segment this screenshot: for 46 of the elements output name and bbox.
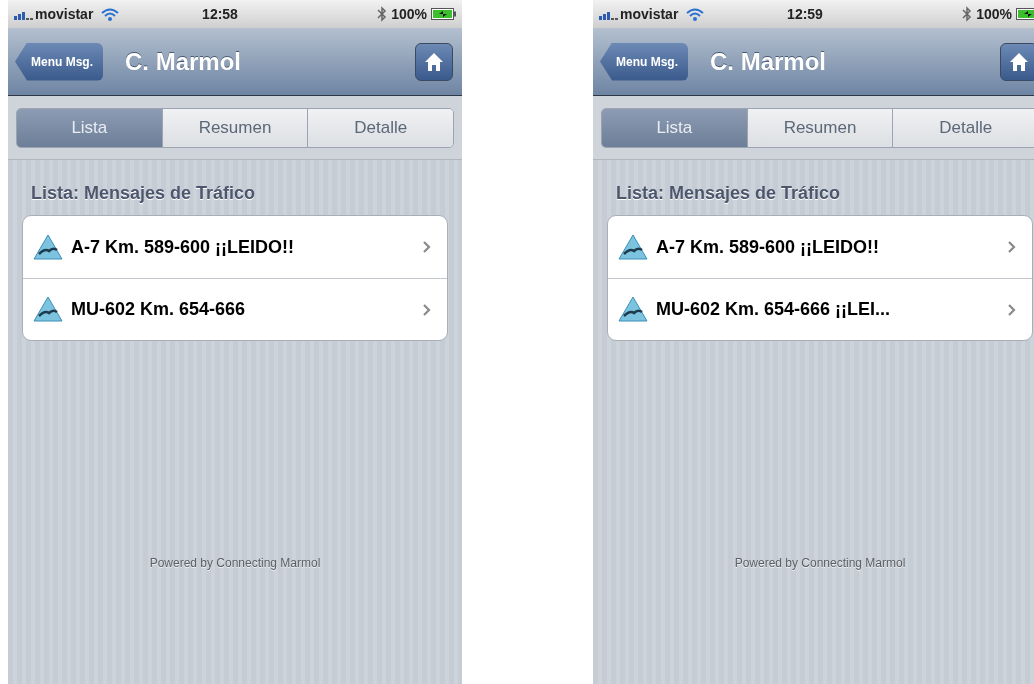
segment-tab[interactable]: Lista [602, 108, 747, 147]
carrier-name: movistar [35, 4, 94, 24]
bluetooth-icon [376, 6, 388, 22]
road-sign-icon [618, 296, 648, 323]
clock-time: 12:59 [786, 4, 824, 24]
back-button[interactable]: Menu Msg. [15, 42, 103, 81]
row-title: MU-602 Km. 654-666 ¡¡LEI... [656, 298, 892, 321]
home-icon [1009, 51, 1029, 72]
segment-tab[interactable]: Resumen [746, 108, 893, 147]
battery-icon [431, 8, 456, 20]
section-title: Lista: Mensajes de Tráfico [30, 182, 257, 205]
screen-title: C. Marmol [125, 46, 242, 77]
row-title: A-7 Km. 589-600 ¡¡LEIDO!! [656, 235, 881, 259]
segment-tab[interactable]: Detalle [307, 108, 453, 147]
home-icon [424, 51, 444, 72]
chevron-icon [1008, 241, 1016, 253]
screen-title: C. Marmol [710, 46, 827, 77]
list-row[interactable]: MU-602 Km. 654-666 ¡¡LEI... [608, 278, 1032, 340]
segment-tab[interactable]: Resumen [161, 108, 308, 147]
bluetooth-icon [961, 6, 973, 22]
wifi-icon [686, 7, 705, 21]
battery-percent: 100% [391, 4, 427, 24]
list-row[interactable]: A-7 Km. 589-600 ¡¡LEIDO!! [608, 216, 1032, 278]
wifi-icon [101, 7, 120, 21]
road-sign-icon [33, 233, 63, 261]
footer-text: Powered by Connecting Marmol [733, 555, 907, 572]
segment-tab[interactable]: Detalle [892, 108, 1034, 147]
carrier-name: movistar [620, 4, 679, 24]
road-sign-icon [618, 233, 648, 261]
road-sign-icon [33, 296, 63, 323]
segment-tab[interactable]: Lista [17, 108, 162, 147]
chevron-icon [1008, 303, 1016, 316]
battery-icon [1016, 8, 1034, 20]
back-button[interactable]: Menu Msg. [600, 42, 688, 81]
footer-text: Powered by Connecting Marmol [148, 555, 322, 572]
list-row[interactable]: MU-602 Km. 654-666 [23, 278, 447, 340]
clock-time: 12:58 [201, 4, 239, 24]
row-title: MU-602 Km. 654-666 [71, 298, 247, 321]
section-title: Lista: Mensajes de Tráfico [615, 182, 842, 205]
list-row[interactable]: A-7 Km. 589-600 ¡¡LEIDO!! [23, 216, 447, 278]
battery-percent: 100% [976, 4, 1012, 24]
chevron-icon [423, 241, 431, 253]
home-button[interactable] [1000, 42, 1034, 81]
home-button[interactable] [415, 42, 453, 81]
chevron-icon [423, 303, 431, 316]
row-title: A-7 Km. 589-600 ¡¡LEIDO!! [71, 235, 296, 259]
